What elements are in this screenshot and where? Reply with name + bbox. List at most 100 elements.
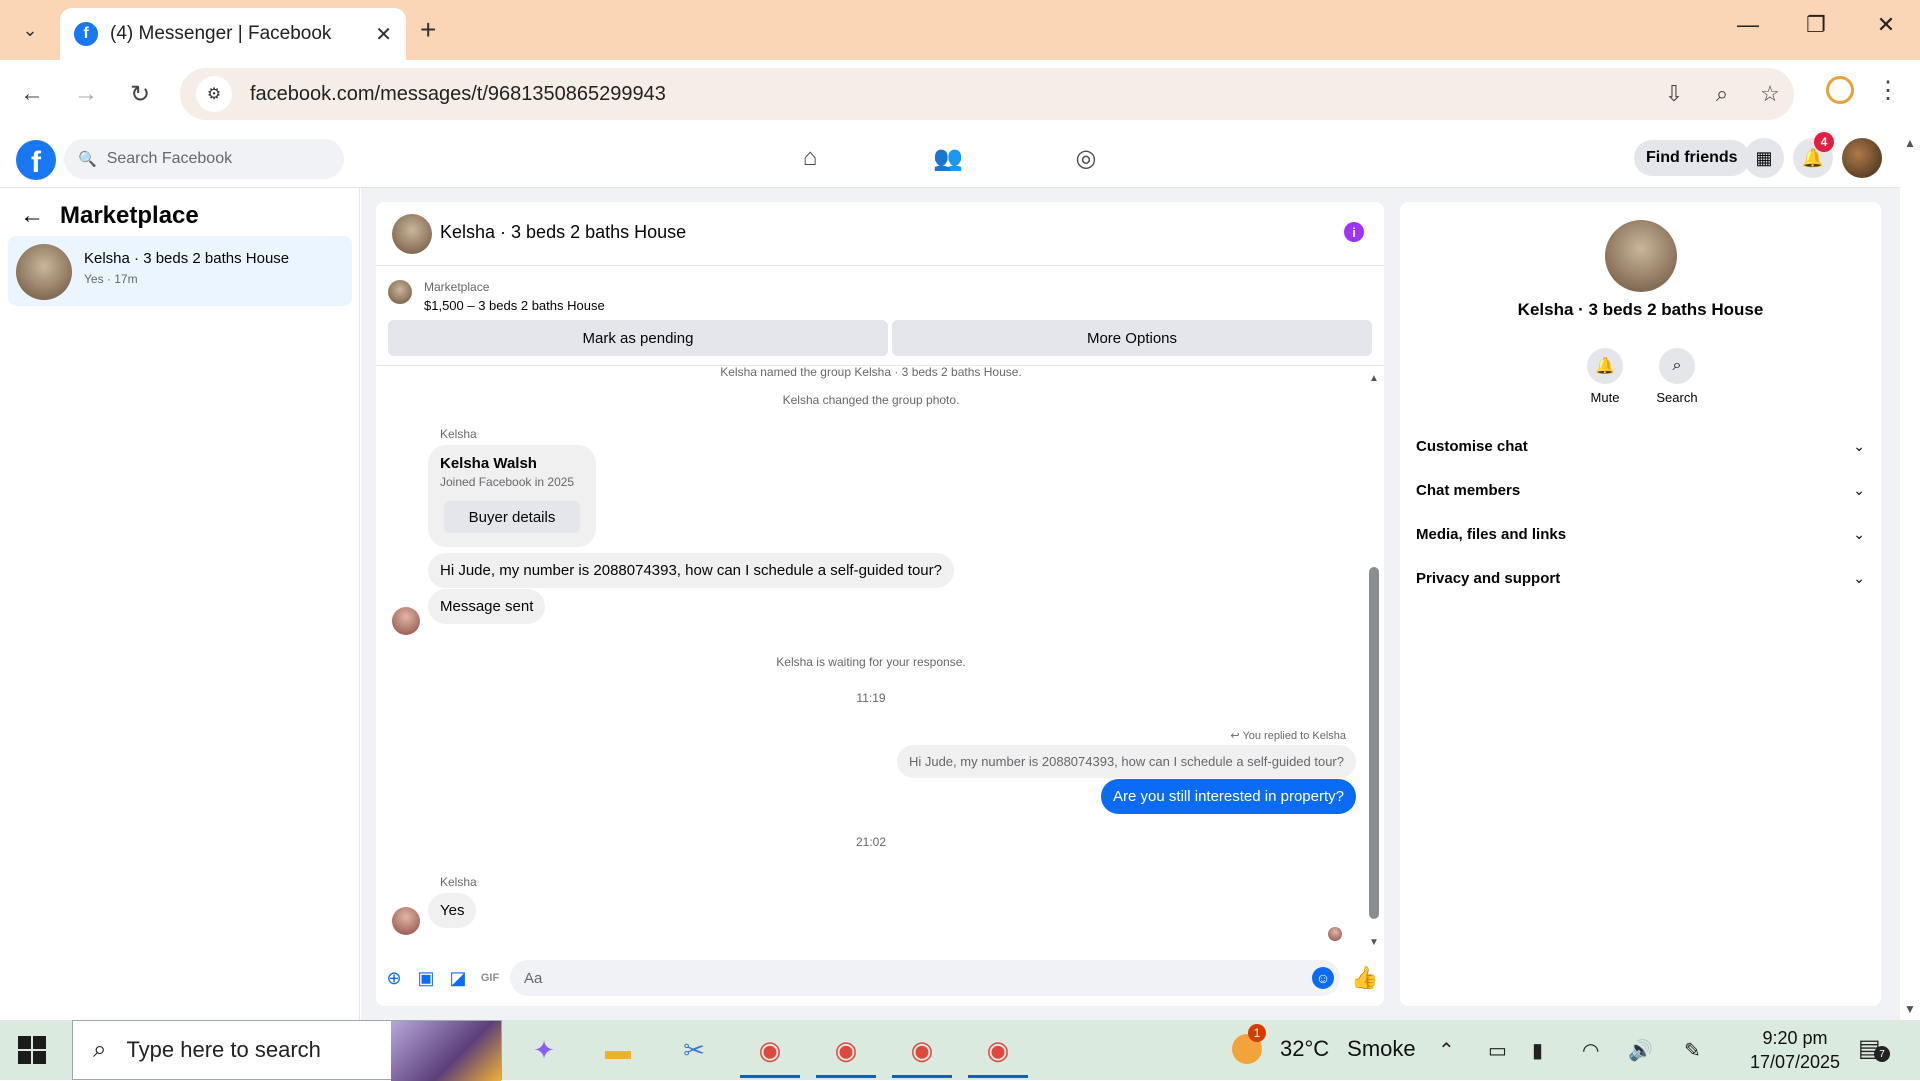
site-info-icon[interactable]: ⚙ <box>196 76 232 112</box>
chat-header: Kelsha · 3 beds 2 baths House i <box>376 202 1384 266</box>
chat-title[interactable]: Kelsha · 3 beds 2 baths House <box>440 222 686 243</box>
search-label: Search <box>1656 390 1698 405</box>
reload-icon[interactable]: ↻ <box>122 76 158 112</box>
info-icon[interactable]: i <box>1344 222 1364 242</box>
browser-profile-icon[interactable] <box>1826 76 1854 104</box>
mute-bell-icon[interactable]: 🔔 <box>1587 348 1623 384</box>
browser-menu-icon[interactable]: ⋮ <box>1876 76 1900 105</box>
message-thread: Kelsha named the group Kelsha · 3 beds 2… <box>376 367 1366 952</box>
section-privacy-support[interactable]: Privacy and support ⌄ <box>1416 556 1865 600</box>
incoming-message[interactable]: Yes <box>428 893 477 928</box>
incoming-message[interactable]: Hi Jude, my number is 2088074393, how ca… <box>428 553 954 588</box>
like-thumb-icon[interactable]: 👍 <box>1351 965 1378 991</box>
mute-action[interactable]: 🔔 Mute <box>1570 348 1640 405</box>
address-bar[interactable]: ⚙ facebook.com/messages/t/96813508652999… <box>180 68 1794 120</box>
weather-alert-badge: 1 <box>1248 1024 1266 1042</box>
timestamp: 21:02 <box>855 835 887 849</box>
listing-price-title[interactable]: $1,500 – 3 beds 2 baths House <box>424 298 605 313</box>
section-media-files-links[interactable]: Media, files and links ⌄ <box>1416 512 1865 556</box>
zoom-icon[interactable]: ⌕ <box>1698 81 1746 107</box>
back-arrow-icon[interactable]: ← <box>14 76 50 112</box>
tab-close-icon[interactable]: ✕ <box>375 22 392 47</box>
chat-details-panel: Kelsha · 3 beds 2 baths House 🔔 Mute ⌕ S… <box>1400 202 1881 1006</box>
scroll-up-icon[interactable]: ▲ <box>1904 136 1916 150</box>
battery-icon[interactable]: ▮ <box>1532 1038 1543 1063</box>
minimize-icon[interactable]: — <box>1728 12 1768 38</box>
more-options-button[interactable]: More Options <box>892 320 1372 356</box>
scroll-up-icon[interactable]: ▲ <box>1369 373 1379 384</box>
back-arrow-icon[interactable]: ← <box>20 202 44 230</box>
system-message: Kelsha is waiting for your response. <box>776 655 966 669</box>
section-customise-chat[interactable]: Customise chat ⌄ <box>1416 424 1865 468</box>
system-message: Kelsha changed the group photo. <box>782 393 960 407</box>
listing-thumbnail[interactable] <box>388 280 412 304</box>
windows-start-icon[interactable] <box>18 1036 46 1064</box>
gif-icon[interactable]: GIF <box>478 966 502 990</box>
window-close-icon[interactable]: ✕ <box>1866 12 1906 38</box>
wifi-icon[interactable]: ◠ <box>1582 1038 1599 1063</box>
emoji-icon[interactable]: ☺ <box>1312 967 1334 989</box>
search-action[interactable]: ⌕ Search <box>1642 348 1712 405</box>
taskbar-clock[interactable]: 9:20 pm 17/07/2025 <box>1730 1026 1860 1074</box>
meet-icon[interactable]: ▭ <box>1488 1038 1507 1063</box>
tray-chevron-up-icon[interactable]: ⌃ <box>1438 1038 1455 1063</box>
attach-photo-icon[interactable]: ▣ <box>414 966 438 990</box>
tab-search-chevron-icon[interactable]: ⌄ <box>10 12 50 48</box>
page-scrollbar[interactable]: ▲ ▼ <box>1900 128 1920 1020</box>
browser-tab-messenger[interactable]: f (4) Messenger | Facebook ✕ <box>60 8 406 60</box>
listing-banner: Marketplace $1,500 – 3 beds 2 baths Hous… <box>376 266 1384 366</box>
notification-center-icon[interactable]: ▤ 7 <box>1858 1034 1890 1063</box>
buyer-details-button[interactable]: Buyer details <box>444 501 580 533</box>
message-input[interactable] <box>510 960 1340 996</box>
search-icon[interactable]: ⌕ <box>1659 348 1695 384</box>
menu-grid-icon[interactable]: ▦ <box>1744 138 1784 178</box>
quoted-message[interactable]: Hi Jude, my number is 2088074393, how ca… <box>896 745 1356 778</box>
sender-avatar[interactable] <box>392 607 420 635</box>
chat-avatar[interactable] <box>392 214 432 254</box>
outgoing-message[interactable]: Are you still interested in property? <box>1101 779 1356 814</box>
scroll-down-icon[interactable]: ▼ <box>1904 1002 1916 1016</box>
taskbar-search[interactable]: ⌕ Type here to search <box>72 1020 502 1081</box>
groups-icon[interactable]: ◎ <box>1066 142 1106 174</box>
mark-as-pending-button[interactable]: Mark as pending <box>388 320 888 356</box>
new-tab-plus-icon[interactable]: + <box>420 14 436 46</box>
find-friends-button[interactable]: Find friends <box>1634 140 1750 176</box>
weather-widget[interactable]: 1 32°C Smoke <box>1232 1024 1416 1064</box>
facebook-logo-icon[interactable]: f <box>16 140 56 180</box>
pen-icon[interactable]: ✎ <box>1684 1038 1701 1063</box>
copilot-icon[interactable]: ✦ <box>522 1028 566 1072</box>
incoming-message[interactable]: Message sent <box>428 589 546 624</box>
restore-icon[interactable]: ❐ <box>1796 12 1836 38</box>
group-avatar[interactable] <box>1605 220 1677 292</box>
forward-arrow-icon[interactable]: → <box>68 76 104 112</box>
chrome-profile-3-icon[interactable]: ◉ <box>892 1028 952 1078</box>
url-text[interactable]: facebook.com/messages/t/9681350865299943 <box>250 83 1650 106</box>
bookmark-star-icon[interactable]: ☆ <box>1746 81 1794 107</box>
conversation-item[interactable]: Kelsha · 3 beds 2 baths House Yes · 17m <box>8 236 352 306</box>
search-icon: 🔍 <box>78 151 97 168</box>
chrome-profile-2-icon[interactable]: ◉ <box>816 1028 876 1078</box>
temperature: 32°C <box>1280 1036 1330 1061</box>
friends-icon[interactable]: 👥 <box>928 142 968 174</box>
chat-scrollbar[interactable]: ▲ ▼ <box>1364 367 1384 952</box>
chrome-profile-4-icon[interactable]: ◉ <box>968 1028 1028 1078</box>
chevron-down-icon: ⌄ <box>1853 569 1865 586</box>
install-app-icon[interactable]: ⇩ <box>1650 81 1698 107</box>
chrome-profile-h-icon[interactable]: ◉ <box>740 1028 800 1078</box>
facebook-search-input[interactable] <box>106 150 327 168</box>
file-explorer-icon[interactable]: ▬ <box>596 1028 640 1072</box>
sender-avatar[interactable] <box>392 907 420 935</box>
scrollbar-thumb[interactable] <box>1369 567 1379 919</box>
snipping-tool-icon[interactable]: ✂ <box>672 1028 716 1072</box>
facebook-header: f 🔍 ⌂ 👥 ◎ Find friends ▦ 🔔 4 <box>0 128 1900 188</box>
sticker-icon[interactable]: ◪ <box>446 966 470 990</box>
add-plus-icon[interactable]: ⊕ <box>382 966 406 990</box>
volume-icon[interactable]: 🔊 <box>1628 1038 1653 1063</box>
facebook-search[interactable]: 🔍 <box>64 139 344 179</box>
section-chat-members[interactable]: Chat members ⌄ <box>1416 468 1865 512</box>
home-icon[interactable]: ⌂ <box>790 142 830 174</box>
weather-icon: 1 <box>1232 1024 1266 1064</box>
notification-count-badge: 4 <box>1814 132 1834 152</box>
account-avatar[interactable] <box>1842 138 1882 178</box>
scroll-down-icon[interactable]: ▼ <box>1369 937 1379 948</box>
